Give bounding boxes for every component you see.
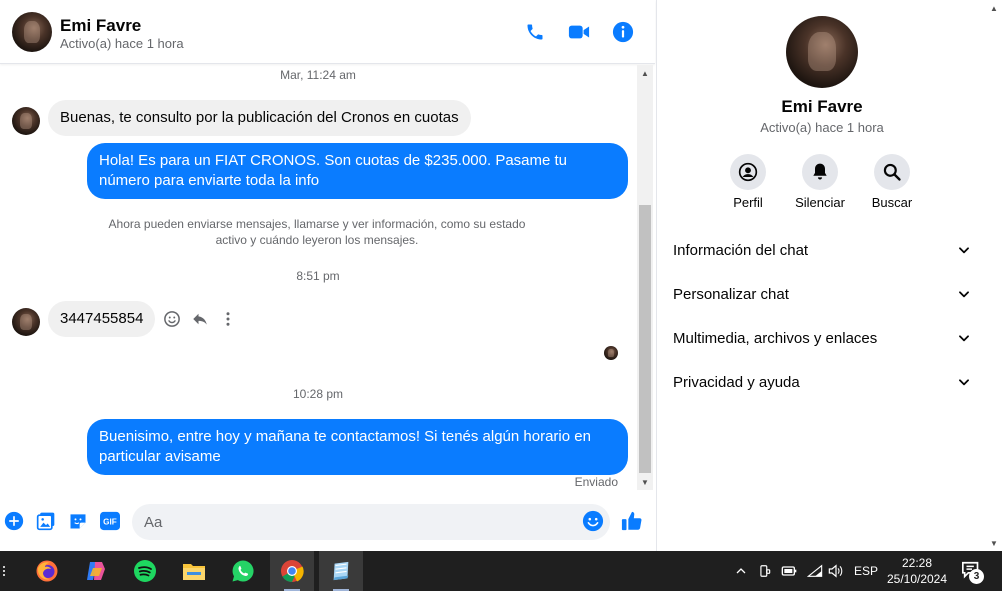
taskbar-file-explorer[interactable] [172,551,216,591]
windows-taskbar: ESP 22:28 25/10/2024 3 [0,551,1002,591]
tray-chevron-up-icon[interactable] [732,551,750,591]
gif-icon[interactable]: GIF [99,510,121,532]
notification-center[interactable]: 3 [957,551,987,591]
section-label: Información del chat [673,241,809,259]
image-icon[interactable] [35,510,57,532]
scroll-up-arrow[interactable]: ▲ [637,65,653,81]
section-label: Privacidad y ayuda [673,373,800,391]
info-icon[interactable] [611,20,635,44]
composer-bar: GIF [0,496,655,546]
incoming-message[interactable]: Buenas, te consulto por la publicación d… [48,100,471,136]
scroll-up-arrow[interactable]: ▲ [986,0,1002,16]
profile-icon [738,162,758,182]
emoji-icon[interactable] [582,510,604,532]
profile-avatar[interactable] [786,16,858,88]
taskbar-handle[interactable] [0,551,8,591]
profile-button[interactable]: Perfil [708,154,788,210]
seen-indicator-avatar [604,346,618,360]
sender-avatar[interactable] [12,107,40,135]
message-input[interactable] [132,504,610,540]
firefox-icon [36,560,58,582]
sent-status: Enviado [574,475,618,489]
tray-battery-icon[interactable] [779,551,799,591]
section-media-files-links[interactable]: Multimedia, archivos y enlaces [665,318,979,358]
clock-date: 25/10/2024 [886,572,948,586]
message-thread[interactable]: Mar, 11:24 am Buenas, te consulto por la… [0,65,636,490]
video-icon[interactable] [567,20,591,44]
taskbar-copilot[interactable] [74,551,118,591]
privacy-notice: Ahora pueden enviarse mensajes, llamarse… [108,217,526,247]
contact-avatar[interactable] [12,12,52,52]
tray-device-icon[interactable] [756,551,774,591]
contact-name[interactable]: Emi Favre [60,16,141,36]
tray-clock[interactable]: 22:28 25/10/2024 [882,555,952,587]
plus-icon[interactable] [3,510,25,532]
bell-icon [813,163,827,180]
section-customize-chat[interactable]: Personalizar chat [665,274,979,314]
search-button[interactable]: Buscar [852,154,932,210]
taskbar-whatsapp[interactable] [221,551,265,591]
outgoing-message[interactable]: Hola! Es para un FIAT CRONOS. Son cuotas… [87,143,628,199]
sticker-icon[interactable] [67,510,89,532]
tray-language[interactable]: ESP [852,551,880,591]
chat-details-panel: Emi Favre Activo(a) hace 1 hora Perfil S… [656,0,986,551]
section-label: Multimedia, archivos y enlaces [673,329,878,347]
search-icon [883,163,901,181]
gif-label: GIF [103,518,117,527]
copilot-icon [87,562,105,580]
more-options-icon[interactable] [218,309,238,329]
section-privacy-help[interactable]: Privacidad y ayuda [665,362,979,402]
like-icon[interactable] [621,510,643,532]
tray-volume-icon[interactable] [826,551,846,591]
chat-panel: Emi Favre Activo(a) hace 1 hora Mar, 11:… [0,0,655,551]
sender-avatar[interactable] [12,308,40,336]
chat-header: Emi Favre Activo(a) hace 1 hora [0,0,655,64]
search-label: Buscar [871,195,913,210]
mute-label: Silenciar [795,195,845,210]
outgoing-message[interactable]: Buenisimo, entre hoy y mañana te contact… [87,419,628,475]
window-scrollbar[interactable]: ▲ ▼ [986,0,1002,551]
folder-icon [183,564,205,580]
reply-icon[interactable] [190,309,210,329]
mute-button[interactable]: Silenciar [780,154,860,210]
taskbar-notes[interactable] [319,551,363,591]
section-label: Personalizar chat [673,285,789,303]
taskbar-firefox[interactable] [25,551,69,591]
notes-icon [333,561,349,581]
tray-wifi-icon[interactable] [805,551,825,591]
chevron-down-icon [959,291,969,298]
scroll-down-arrow[interactable]: ▼ [986,535,1002,551]
thread-scrollbar[interactable]: ▲ ▼ [637,65,653,490]
spotify-icon [134,560,156,582]
chevron-down-icon [959,247,969,254]
clock-time: 22:28 [901,556,933,570]
chevron-down-icon [959,335,969,342]
timestamp: 8:51 pm [296,269,340,283]
timestamp: Mar, 11:24 am [280,68,356,82]
section-chat-info[interactable]: Información del chat [665,230,979,270]
profile-status: Activo(a) hace 1 hora [760,120,884,135]
contact-status: Activo(a) hace 1 hora [60,36,184,51]
profile-label: Perfil [733,195,763,210]
chevron-down-icon [959,379,969,386]
taskbar-spotify[interactable] [123,551,167,591]
react-icon[interactable] [162,309,182,329]
profile-name: Emi Favre [781,97,863,116]
scroll-down-arrow[interactable]: ▼ [637,474,653,490]
whatsapp-icon [232,560,254,582]
chrome-icon [281,560,304,582]
messenger-app: Emi Favre Activo(a) hace 1 hora Mar, 11:… [0,0,1002,551]
timestamp: 10:28 pm [292,387,344,401]
notification-badge: 3 [969,569,984,584]
incoming-message[interactable]: 3447455854 [48,301,156,337]
taskbar-chrome[interactable] [270,551,314,591]
scroll-thumb[interactable] [639,205,651,473]
phone-icon[interactable] [523,20,547,44]
